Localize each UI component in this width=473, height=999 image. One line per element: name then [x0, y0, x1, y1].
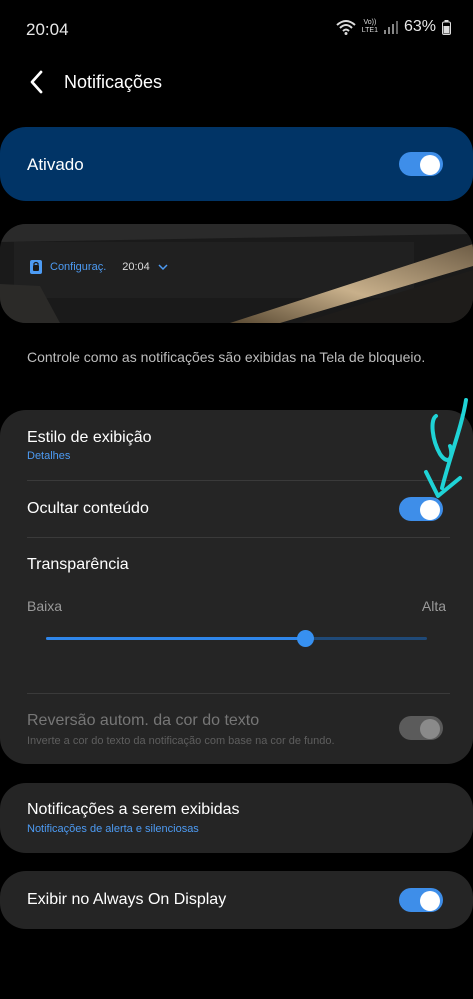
wifi-icon — [336, 20, 356, 35]
app-header: Notificações — [0, 60, 473, 106]
settings-card: Estilo de exibição Detalhes Ocultar cont… — [0, 410, 473, 764]
toggle-knob — [420, 155, 440, 175]
battery-icon — [442, 19, 451, 35]
settings-app-icon — [30, 260, 42, 274]
notifications-to-show-title: Notificações a serem exibidas — [27, 801, 240, 818]
chevron-left-icon — [30, 70, 43, 94]
display-style-value: Detalhes — [27, 450, 71, 462]
page-title: Notificações — [64, 72, 163, 92]
status-icons: Vo)) LTE1 63% — [336, 18, 451, 36]
lockscreen-description: Controle como as notificações são exibid… — [27, 349, 426, 365]
network-indicator: Vo)) LTE1 — [361, 19, 378, 34]
always-on-display-toggle[interactable] — [399, 888, 443, 912]
annotation-arrow-icon — [424, 398, 468, 498]
always-on-display-row[interactable]: Exibir no Always On Display — [0, 871, 473, 929]
status-time: 20:04 — [26, 20, 69, 39]
preview-notification: Configuraç. 20:04 — [30, 260, 168, 274]
transparency-low-label: Baixa — [27, 598, 63, 614]
divider — [27, 537, 450, 538]
slider-fill — [46, 637, 306, 640]
master-switch-row[interactable]: Ativado — [0, 127, 473, 201]
auto-reverse-subtitle: Inverte a cor do texto da notificação co… — [27, 735, 335, 747]
chevron-down-icon — [158, 264, 168, 271]
auto-reverse-title: Reversão autom. da cor do texto — [27, 712, 260, 729]
auto-reverse-toggle — [399, 716, 443, 740]
preview-time: 20:04 — [122, 261, 150, 273]
notifications-to-show-row[interactable]: Notificações a serem exibidas Notificaçõ… — [0, 783, 473, 853]
toggle-knob — [420, 891, 440, 911]
transparency-high-label: Alta — [421, 598, 446, 614]
hide-content-title: Ocultar conteúdo — [27, 500, 149, 517]
battery-percent: 63% — [403, 18, 436, 35]
toggle-knob — [420, 719, 440, 739]
display-style-row[interactable]: Estilo de exibição Detalhes — [0, 410, 473, 480]
preview-app-name: Configuraç. — [50, 261, 107, 273]
signal-icon — [383, 21, 398, 34]
hide-content-row[interactable]: Ocultar conteúdo — [0, 481, 473, 537]
status-bar: 20:04 Vo)) LTE1 63% — [0, 0, 473, 60]
lockscreen-preview: Configuraç. 20:04 — [0, 224, 473, 323]
always-on-display-title: Exibir no Always On Display — [27, 891, 227, 908]
master-toggle[interactable] — [399, 152, 443, 176]
notifications-to-show-value: Notificações de alerta e silenciosas — [27, 823, 199, 835]
master-switch-label: Ativado — [27, 155, 84, 174]
back-button[interactable] — [24, 68, 52, 96]
auto-reverse-row: Reversão autom. da cor do texto Inverte … — [0, 694, 473, 764]
slider-thumb[interactable] — [297, 630, 315, 647]
transparency-title: Transparência — [27, 556, 129, 573]
transparency-slider[interactable] — [46, 630, 427, 647]
display-style-title: Estilo de exibição — [27, 429, 152, 446]
